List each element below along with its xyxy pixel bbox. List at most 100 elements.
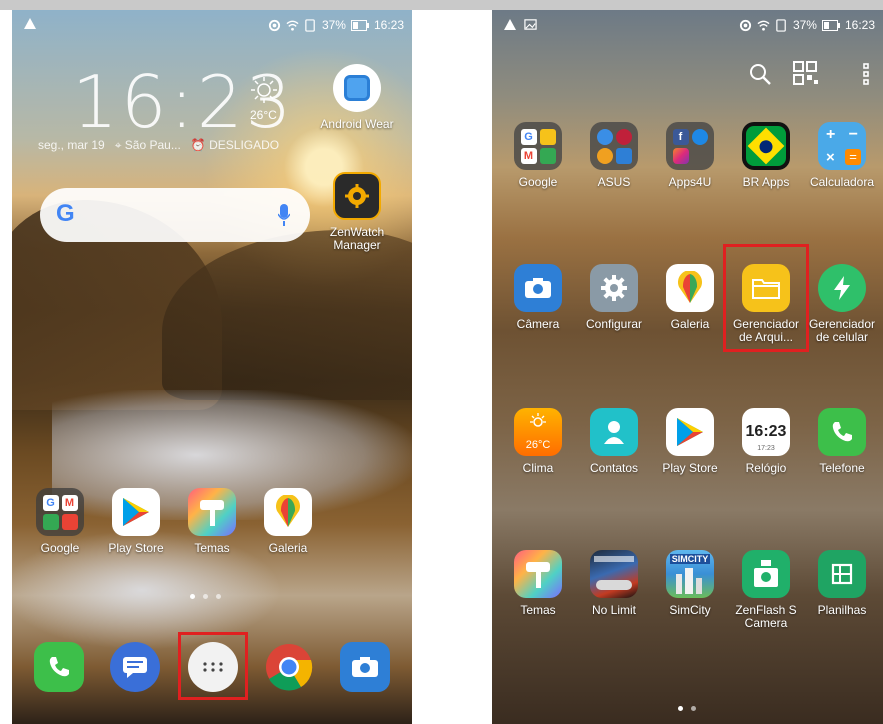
weather-temp[interactable]: 26°C	[250, 108, 277, 122]
drawer-temas[interactable]: Temas	[498, 550, 578, 617]
home-temas[interactable]: Temas	[172, 488, 252, 555]
drawer-apps4u-folder[interactable]: f Apps4U	[650, 122, 730, 189]
drawer-phone[interactable]: Telefone	[802, 408, 882, 475]
calculator-icon: + − × =	[818, 122, 866, 170]
google-folder-icon: G M	[36, 488, 84, 536]
home-play-store[interactable]: Play Store	[96, 488, 176, 555]
dock-phone[interactable]	[34, 642, 84, 692]
sync-icon	[739, 19, 752, 31]
google-folder-icon: G M	[514, 122, 562, 170]
page-dot	[216, 594, 221, 599]
zenwatch-manager-icon	[333, 172, 381, 220]
phone-icon	[49, 657, 69, 677]
drawer-play-store[interactable]: Play Store	[650, 408, 730, 475]
page-indicator	[678, 706, 696, 711]
more-options-icon[interactable]	[862, 62, 870, 86]
sun-icon[interactable]	[250, 76, 278, 104]
wifi-icon	[757, 20, 770, 31]
stage: 37% 16:23 16:23 26°C seg., mar 19 ⌖ São …	[0, 0, 883, 724]
dock-chrome[interactable]	[264, 642, 314, 692]
battery-percent: 37%	[792, 18, 817, 32]
status-bar: 37% 16:23	[12, 10, 412, 40]
data-saver-icon	[776, 18, 786, 32]
drawer-asus-folder[interactable]: ASUS	[574, 122, 654, 189]
alert-icon	[504, 19, 516, 30]
drawer-no-limit[interactable]: No Limit	[574, 550, 654, 617]
alarm-text[interactable]: ⏰ DESLIGADO	[191, 138, 279, 153]
google-search-bar[interactable]: G	[40, 188, 310, 242]
clock-widget-info: seg., mar 19 ⌖ São Pau... ⏰ DESLIGADO	[38, 138, 279, 153]
wifi-icon	[286, 20, 299, 31]
settings-icon	[590, 264, 638, 312]
location-text[interactable]: ⌖ São Pau...	[115, 138, 181, 153]
wallpaper-hill	[162, 230, 412, 400]
home-google-folder[interactable]: G M Google	[20, 488, 100, 555]
alert-icon	[24, 18, 36, 29]
status-time: 16:23	[373, 18, 404, 32]
sheets-icon	[818, 550, 866, 598]
dock-camera[interactable]	[340, 642, 390, 692]
battery-percent: 37%	[321, 18, 346, 32]
messages-icon	[123, 657, 147, 678]
search-icon[interactable]	[748, 62, 772, 86]
layout-grid-icon[interactable]	[792, 60, 822, 88]
image-notification-icon	[524, 19, 537, 30]
drawer-mobile-manager[interactable]: Gerenciador de celular	[802, 264, 882, 344]
drawer-sheets[interactable]: Planilhas	[802, 550, 882, 617]
app-drawer-screen: 37% 16:23 G M Google ASUS f Apps4U BR Ap…	[492, 10, 883, 724]
drawer-br-apps[interactable]: BR Apps	[726, 122, 806, 189]
drawer-contacts[interactable]: Contatos	[574, 408, 654, 475]
home-galeria[interactable]: Galeria	[248, 488, 328, 555]
zenflash-icon	[742, 550, 790, 598]
chrome-icon	[266, 644, 313, 691]
drawer-galeria[interactable]: Galeria	[650, 264, 730, 331]
drawer-calculator[interactable]: + − × = Calculadora	[802, 122, 882, 189]
android-wear-icon	[333, 64, 381, 112]
contacts-icon	[590, 408, 638, 456]
page-dot	[190, 594, 195, 599]
camera-icon	[514, 264, 562, 312]
drawer-simcity[interactable]: SIMCITY SimCity	[650, 550, 730, 617]
no-limit-icon	[590, 550, 638, 598]
weather-icon: 26°C	[514, 408, 562, 456]
page-dot	[203, 594, 208, 599]
mobile-manager-icon	[818, 264, 866, 312]
asus-folder-icon	[590, 122, 638, 170]
mic-icon[interactable]	[278, 202, 290, 228]
zenwatch-manager-app[interactable]: ZenWatch Manager	[317, 172, 397, 252]
data-saver-icon	[305, 18, 315, 32]
status-bar: 37% 16:23	[492, 10, 883, 40]
status-time: 16:23	[844, 18, 875, 32]
temas-icon	[188, 488, 236, 536]
galeria-icon	[666, 264, 714, 312]
simcity-icon: SIMCITY	[666, 550, 714, 598]
dock-messages[interactable]	[110, 642, 160, 692]
highlight-box	[178, 632, 248, 700]
battery-icon	[821, 19, 840, 31]
temas-icon	[514, 550, 562, 598]
drawer-clock[interactable]: 16:23 17:23 Relógio	[726, 408, 806, 475]
android-wear-app[interactable]: Android Wear	[317, 64, 397, 131]
camera-icon	[352, 657, 378, 677]
play-store-icon	[666, 408, 714, 456]
home-screen: 37% 16:23 16:23 26°C seg., mar 19 ⌖ São …	[12, 10, 412, 724]
page-dot	[678, 706, 683, 711]
play-store-icon	[112, 488, 160, 536]
google-logo-icon: G	[56, 200, 75, 227]
drawer-weather[interactable]: 26°C Clima	[498, 408, 578, 475]
highlight-box	[723, 244, 809, 352]
phone-icon	[818, 408, 866, 456]
battery-icon	[350, 19, 369, 31]
sync-icon	[268, 19, 281, 31]
page-indicator	[190, 594, 221, 599]
date-text: seg., mar 19	[38, 138, 105, 152]
page-dot	[691, 706, 696, 711]
drawer-settings[interactable]: Configurar	[574, 264, 654, 331]
galeria-icon	[264, 488, 312, 536]
drawer-google-folder[interactable]: G M Google	[498, 122, 578, 189]
top-border	[0, 0, 883, 10]
drawer-zenflash-camera[interactable]: ZenFlash S Camera	[726, 550, 806, 630]
apps4u-folder-icon: f	[666, 122, 714, 170]
clock-icon: 16:23 17:23	[742, 408, 790, 456]
drawer-camera[interactable]: Câmera	[498, 264, 578, 331]
